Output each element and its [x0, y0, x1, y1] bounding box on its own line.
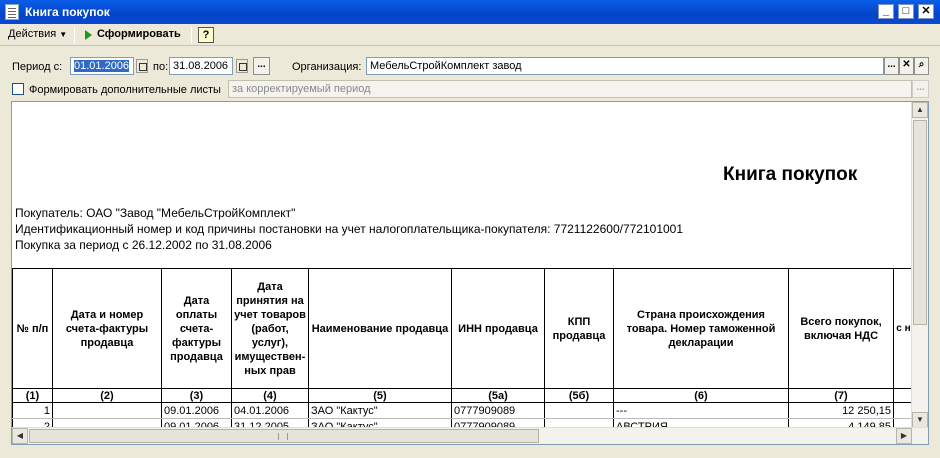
maximize-button[interactable]: □	[898, 4, 914, 19]
column-number: (5б)	[544, 388, 614, 403]
row-number: 1	[12, 402, 53, 419]
correction-period-button: ...	[912, 80, 929, 98]
column-number: (1)	[12, 388, 53, 403]
purchases-table: № п/п Дата и номер счета-фактуры продавц…	[12, 268, 914, 435]
seller-cell: ЗАО "Кактус"	[308, 402, 452, 419]
horizontal-scroll-thumb[interactable]	[29, 429, 539, 443]
period-line: Покупка за период с 26.12.2002 по 31.08.…	[15, 238, 272, 252]
actions-menu[interactable]: Действия ▼	[8, 28, 67, 40]
period-from-label: Период с:	[12, 61, 63, 73]
help-button[interactable]: ?	[198, 27, 214, 43]
column-number: (3)	[161, 388, 232, 403]
invoice-cell	[52, 402, 162, 419]
calendar-icon[interactable]	[136, 59, 148, 73]
calendar-icon[interactable]	[236, 59, 248, 73]
vertical-scrollbar[interactable]: ▲ ▼	[911, 102, 928, 428]
toolbar: Действия ▼ Сформировать ?	[0, 24, 940, 46]
column-number: (6)	[613, 388, 789, 403]
table-header-row: № п/п Дата и номер счета-фактуры продавц…	[12, 268, 914, 389]
correction-period-field: за корректируемый период	[228, 80, 912, 98]
paid-date-cell: 09.01.2006	[161, 402, 232, 419]
country-cell: ---	[613, 402, 789, 419]
generate-button[interactable]: Сформировать	[97, 28, 181, 40]
column-number: (4)	[231, 388, 309, 403]
extra-sheets-label: Формировать дополнительные листы	[29, 84, 221, 96]
scroll-up-icon[interactable]: ▲	[912, 102, 928, 118]
period-to-label: по:	[153, 61, 169, 73]
chevron-down-icon: ▼	[59, 30, 68, 39]
minimize-button[interactable]: _	[878, 4, 894, 19]
column-number: (5)	[308, 388, 452, 403]
report-title: Книга покупок	[723, 164, 858, 185]
organization-label: Организация:	[292, 61, 362, 73]
buyer-line: Покупатель: ОАО "Завод "МебельСтройКомпл…	[15, 206, 296, 220]
horizontal-scrollbar[interactable]: ◀ ▶	[12, 427, 928, 444]
table-header: Наименование продавца	[308, 268, 452, 389]
table-header: Дата оплаты счета-фактуры продавца	[161, 268, 232, 389]
title-bar: Книга покупок _ □ ✕	[0, 0, 940, 24]
report-document[interactable]: Книга покупок Покупатель: ОАО "Завод "Ме…	[11, 101, 929, 445]
play-icon	[85, 30, 92, 40]
scroll-right-icon[interactable]: ▶	[896, 428, 912, 444]
total-cell: 12 250,15	[788, 402, 894, 419]
accepted-date-cell: 04.01.2006	[231, 402, 309, 419]
scroll-down-icon[interactable]: ▼	[912, 412, 928, 428]
search-icon[interactable]: ⌕	[914, 57, 929, 75]
column-number-row: (1) (2) (3) (4) (5) (5а) (5б) (6) (7)	[12, 388, 914, 403]
actions-menu-label: Действия	[8, 28, 57, 40]
toolbar-divider	[191, 27, 192, 43]
close-button[interactable]: ✕	[918, 4, 934, 19]
clear-icon[interactable]: ✕	[899, 57, 914, 75]
extra-sheets-checkbox[interactable]	[12, 83, 24, 95]
document-icon	[5, 4, 19, 20]
table-header: Дата и номер счета-фактуры продавца	[52, 268, 162, 389]
kpp-cell	[544, 402, 614, 419]
column-number: (5а)	[451, 388, 545, 403]
window-title: Книга покупок	[25, 5, 110, 19]
table-header: Дата принятия на учет товаров (работ, ус…	[231, 268, 309, 389]
scroll-left-icon[interactable]: ◀	[12, 428, 28, 444]
table-header: ИНН продавца	[451, 268, 545, 389]
column-number: (7)	[788, 388, 894, 403]
period-select-button[interactable]: ...	[253, 57, 270, 75]
period-from-field[interactable]: 01.01.2006	[70, 57, 134, 75]
organization-field[interactable]: МебельСтройКомплект завод	[366, 57, 884, 75]
vertical-scroll-thumb[interactable]	[913, 120, 927, 325]
table-header: КПП продавца	[544, 268, 614, 389]
period-to-field[interactable]: 31.08.2006	[169, 57, 233, 75]
organization-select-button[interactable]: ...	[884, 57, 899, 75]
table-header: № п/п	[12, 268, 53, 389]
table-header: Страна происхождения товара. Номер тамож…	[613, 268, 789, 389]
toolbar-divider	[74, 27, 75, 43]
table-header: Всего покупок, включая НДС	[788, 268, 894, 389]
table-row[interactable]: 1 09.01.2006 04.01.2006 ЗАО "Кактус" 077…	[12, 402, 914, 419]
inn-line: Идентификационный номер и код причины по…	[15, 222, 684, 236]
inn-cell: 0777909089	[451, 402, 545, 419]
column-number: (2)	[52, 388, 162, 403]
report-window: Книга покупок _ □ ✕ Действия ▼ Сформиров…	[0, 0, 940, 458]
